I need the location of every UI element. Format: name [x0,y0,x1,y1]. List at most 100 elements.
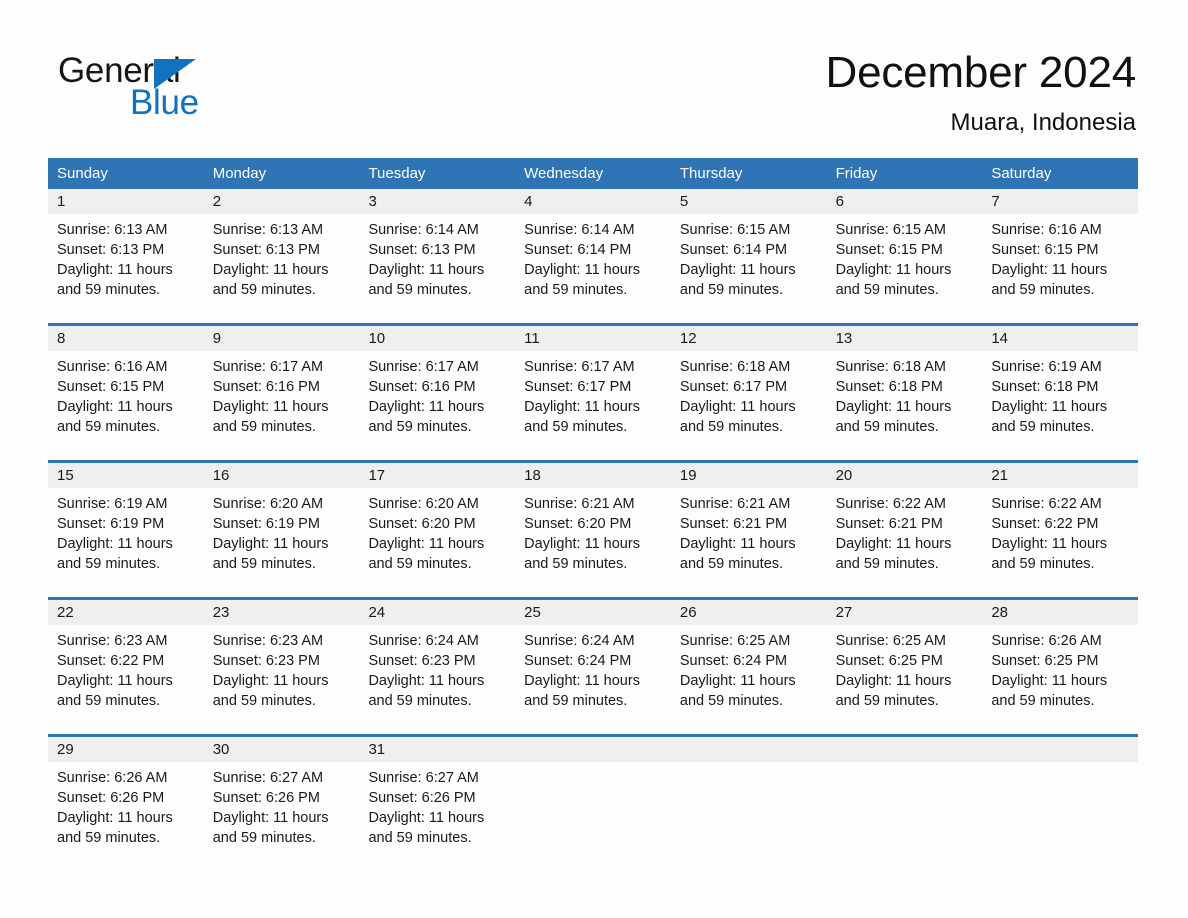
sunset-text: Sunset: 6:21 PM [679,516,788,532]
daylight-text: Daylight: 11 hours [679,536,796,552]
day-cell[interactable]: Sunrise: 6:26 AM Sunset: 6:25 PM Dayligh… [982,625,1138,725]
day-number[interactable]: 6 [827,189,983,214]
day-number[interactable]: 5 [671,189,827,214]
day-number[interactable]: 20 [827,463,983,488]
day-number[interactable]: 27 [827,600,983,625]
day-cell[interactable]: Sunrise: 6:13 AM Sunset: 6:13 PM Dayligh… [204,214,360,314]
sunrise-text: Sunrise: 6:22 AM [835,496,947,512]
day-cell[interactable]: Sunrise: 6:15 AM Sunset: 6:14 PM Dayligh… [671,214,827,314]
day-number[interactable]: 17 [359,463,515,488]
day-number[interactable]: 30 [204,737,360,762]
day-cell[interactable]: Sunrise: 6:15 AM Sunset: 6:15 PM Dayligh… [827,214,983,314]
sunrise-text: Sunrise: 6:17 AM [368,359,479,375]
day-cell[interactable]: Sunrise: 6:20 AM Sunset: 6:20 PM Dayligh… [359,488,515,588]
day-number[interactable]: 21 [982,463,1138,488]
day-cell[interactable]: Sunrise: 6:27 AM Sunset: 6:26 PM Dayligh… [359,762,515,862]
day-cell[interactable]: Sunrise: 6:17 AM Sunset: 6:17 PM Dayligh… [515,351,671,451]
day-number[interactable]: 2 [204,189,360,214]
day-number[interactable]: 3 [359,189,515,214]
weekday-header-thursday: Thursday [679,165,743,182]
day-number[interactable]: 9 [204,326,360,351]
daylight-text-cont: and 59 minutes. [524,419,628,435]
day-cell[interactable]: Sunrise: 6:22 AM Sunset: 6:22 PM Dayligh… [982,488,1138,588]
day-cell[interactable]: Sunrise: 6:24 AM Sunset: 6:24 PM Dayligh… [515,625,671,725]
day-number[interactable]: 13 [827,326,983,351]
day-cell[interactable]: Sunrise: 6:13 AM Sunset: 6:13 PM Dayligh… [48,214,204,314]
daylight-text-cont: and 59 minutes. [524,282,628,298]
day-number[interactable]: 23 [204,600,360,625]
day-cell[interactable]: Sunrise: 6:21 AM Sunset: 6:21 PM Dayligh… [671,488,827,588]
day-number[interactable]: 19 [671,463,827,488]
day-number[interactable]: 4 [515,189,671,214]
generalblue-logo[interactable]: General Blue [58,52,298,128]
sunset-text: Sunset: 6:20 PM [368,516,476,532]
sunset-text: Sunset: 6:26 PM [212,790,320,806]
day-number[interactable]: 25 [515,600,671,625]
day-number[interactable]: 14 [982,326,1138,351]
day-number[interactable]: 29 [48,737,204,762]
day-number[interactable]: 31 [359,737,515,762]
daylight-text: Daylight: 11 hours [368,399,485,415]
day-number[interactable]: 8 [48,326,204,351]
day-number[interactable]: 26 [671,600,827,625]
page-title: December 2024 [825,48,1137,97]
day-cell[interactable]: Sunrise: 6:25 AM Sunset: 6:24 PM Dayligh… [671,625,827,725]
daylight-text-cont: and 59 minutes. [57,556,161,572]
sunrise-text: Sunrise: 6:16 AM [57,359,168,375]
sunrise-text: Sunrise: 6:17 AM [212,359,324,375]
day-cell[interactable]: Sunrise: 6:18 AM Sunset: 6:17 PM Dayligh… [671,351,827,451]
location-subtitle: Muara, Indonesia [950,109,1136,136]
day-cell[interactable]: Sunrise: 6:14 AM Sunset: 6:14 PM Dayligh… [515,214,671,314]
daylight-text-cont: and 59 minutes. [368,419,472,435]
day-cell[interactable]: Sunrise: 6:25 AM Sunset: 6:25 PM Dayligh… [827,625,983,725]
day-number-empty [671,737,827,762]
day-cell[interactable]: Sunrise: 6:19 AM Sunset: 6:19 PM Dayligh… [48,488,204,588]
daylight-text-cont: and 59 minutes. [212,830,316,846]
day-cell[interactable]: Sunrise: 6:22 AM Sunset: 6:21 PM Dayligh… [827,488,983,588]
weekday-header-friday: Friday [835,165,878,182]
calendar-page: General Blue December 2024 Muara, Indone… [0,0,1188,918]
sunset-text: Sunset: 6:22 PM [991,516,1099,532]
sunset-text: Sunset: 6:13 PM [212,242,320,258]
day-number[interactable]: 22 [48,600,204,625]
sunrise-text: Sunrise: 6:14 AM [368,222,479,238]
day-cell[interactable]: Sunrise: 6:18 AM Sunset: 6:18 PM Dayligh… [827,351,983,451]
day-cell-empty [671,762,827,862]
day-number[interactable]: 18 [515,463,671,488]
daylight-text: Daylight: 11 hours [991,536,1108,552]
day-cell[interactable]: Sunrise: 6:26 AM Sunset: 6:26 PM Dayligh… [48,762,204,862]
day-number[interactable]: 7 [982,189,1138,214]
day-cell[interactable]: Sunrise: 6:23 AM Sunset: 6:22 PM Dayligh… [48,625,204,725]
day-number[interactable]: 12 [671,326,827,351]
weekday-header-saturday: Saturday [991,165,1052,182]
sunrise-text: Sunrise: 6:21 AM [524,496,635,512]
day-cell[interactable]: Sunrise: 6:23 AM Sunset: 6:23 PM Dayligh… [204,625,360,725]
day-cell[interactable]: Sunrise: 6:20 AM Sunset: 6:19 PM Dayligh… [204,488,360,588]
daylight-text-cont: and 59 minutes. [524,556,628,572]
day-cell[interactable]: Sunrise: 6:17 AM Sunset: 6:16 PM Dayligh… [204,351,360,451]
day-cell[interactable]: Sunrise: 6:16 AM Sunset: 6:15 PM Dayligh… [982,214,1138,314]
sunset-text: Sunset: 6:16 PM [212,379,320,395]
day-number[interactable]: 10 [359,326,515,351]
daylight-text-cont: and 59 minutes. [679,693,784,709]
day-cell[interactable]: Sunrise: 6:24 AM Sunset: 6:23 PM Dayligh… [359,625,515,725]
sunrise-text: Sunrise: 6:26 AM [991,633,1102,649]
daylight-text-cont: and 59 minutes. [679,419,784,435]
day-cell[interactable]: Sunrise: 6:27 AM Sunset: 6:26 PM Dayligh… [204,762,360,862]
day-number[interactable]: 1 [48,189,204,214]
day-cell[interactable]: Sunrise: 6:14 AM Sunset: 6:13 PM Dayligh… [359,214,515,314]
daylight-text: Daylight: 11 hours [835,399,952,415]
day-cell[interactable]: Sunrise: 6:21 AM Sunset: 6:20 PM Dayligh… [515,488,671,588]
day-number[interactable]: 16 [204,463,360,488]
day-number[interactable]: 24 [359,600,515,625]
daylight-text-cont: and 59 minutes. [212,693,316,709]
day-number[interactable]: 11 [515,326,671,351]
sunrise-text: Sunrise: 6:13 AM [57,222,168,238]
week-date-band: 8 9 10 11 12 13 14 [48,326,1138,351]
day-cell[interactable]: Sunrise: 6:17 AM Sunset: 6:16 PM Dayligh… [359,351,515,451]
daylight-text: Daylight: 11 hours [368,673,485,689]
day-cell[interactable]: Sunrise: 6:19 AM Sunset: 6:18 PM Dayligh… [982,351,1138,451]
day-number[interactable]: 15 [48,463,204,488]
day-number[interactable]: 28 [982,600,1138,625]
day-cell[interactable]: Sunrise: 6:16 AM Sunset: 6:15 PM Dayligh… [48,351,204,451]
